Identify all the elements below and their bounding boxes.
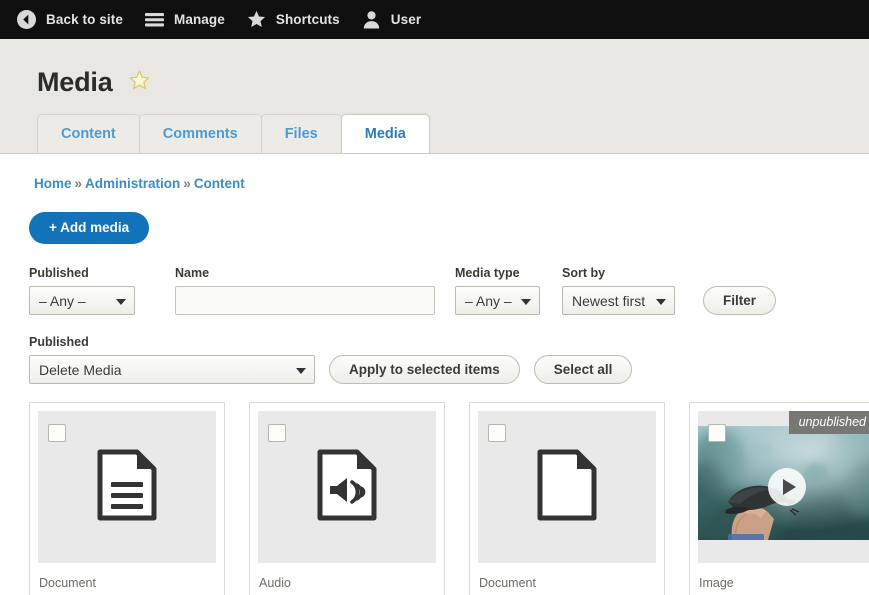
filter-name: Name: [175, 266, 435, 315]
bulk-actions-row: Published Delete Media Apply to selected…: [0, 315, 869, 384]
filter-media-type-select[interactable]: – Any –: [455, 286, 540, 315]
breadcrumb-link-administration[interactable]: Administration: [85, 176, 180, 191]
media-select-checkbox[interactable]: [488, 424, 506, 442]
filter-media-type: Media type – Any –: [455, 266, 540, 315]
filter-media-type-label: Media type: [455, 266, 520, 280]
media-card-meta: Image Some title: [690, 569, 869, 595]
user-avatar-icon: [361, 9, 382, 30]
toolbar-item-back-to-site[interactable]: Back to site: [8, 0, 136, 39]
breadcrumb: Home» Administration» Content: [0, 154, 869, 191]
tab-comments[interactable]: Comments: [138, 114, 262, 153]
bulk-action-label: Published: [29, 335, 89, 349]
page-title: Media: [37, 67, 113, 97]
breadcrumb-separator: »: [74, 176, 83, 191]
media-card[interactable]: Document Some title: [469, 402, 665, 595]
main-content: Home» Administration» Content + Add media …: [0, 154, 869, 595]
media-type-label: Document: [479, 576, 536, 590]
media-grid: Document Some title: [0, 384, 869, 595]
toolbar-item-user[interactable]: User: [353, 0, 434, 39]
filter-sort-by-label: Sort by: [562, 266, 606, 280]
filter-published: Published – Any –: [29, 266, 135, 315]
toolbar-item-label: Back to site: [46, 12, 123, 27]
media-type-label: Document: [39, 576, 96, 590]
add-media-button[interactable]: + Add media: [29, 212, 150, 244]
filter-submit-button[interactable]: Filter: [703, 286, 777, 315]
filter-published-select[interactable]: – Any –: [29, 286, 135, 315]
filter-name-input[interactable]: [175, 286, 435, 315]
media-select-checkbox[interactable]: [48, 424, 66, 442]
document-lines-icon: [96, 449, 158, 526]
filter-published-label: Published: [29, 266, 89, 280]
play-button-icon[interactable]: [768, 468, 806, 506]
media-card-meta: Document Some title: [470, 569, 664, 595]
media-thumbnail: unpublished: [698, 411, 869, 563]
page-header-band: Media Content Comments Files Media: [0, 39, 869, 154]
media-card[interactable]: Audio Some media short title: [249, 402, 445, 595]
bulk-action-group: Published Delete Media: [29, 335, 315, 384]
bulk-action-select[interactable]: Delete Media: [29, 355, 315, 384]
media-thumbnail: [258, 411, 436, 563]
admin-toolbar: Back to site Manage Shortcuts User: [0, 0, 869, 39]
tab-media[interactable]: Media: [340, 114, 430, 153]
toolbar-item-manage[interactable]: Manage: [136, 0, 238, 39]
tab-content[interactable]: Content: [37, 114, 140, 153]
hamburger-menu-icon: [144, 9, 165, 30]
media-select-checkbox[interactable]: [708, 424, 726, 442]
play-triangle: [782, 479, 796, 495]
toolbar-item-label: User: [390, 12, 422, 27]
status-badge: unpublished: [788, 411, 869, 434]
media-card[interactable]: Document Some title: [29, 402, 225, 595]
back-arrow-circle-icon: [16, 9, 37, 30]
breadcrumb-link-home[interactable]: Home: [34, 176, 72, 191]
filter-published-select-wrap: – Any –: [29, 286, 135, 315]
media-thumbnail: [478, 411, 656, 563]
media-type-label: Image: [699, 576, 734, 590]
toolbar-item-label: Manage: [173, 12, 225, 27]
document-audio-icon: [316, 449, 378, 526]
apply-to-selected-items-button[interactable]: Apply to selected items: [329, 355, 520, 384]
star-outline-icon[interactable]: [128, 69, 151, 97]
media-type-label: Audio: [259, 576, 291, 590]
media-select-checkbox[interactable]: [268, 424, 286, 442]
toolbar-item-label: Shortcuts: [275, 12, 340, 27]
primary-tabs: Content Comments Files Media: [37, 114, 430, 153]
toolbar-item-shortcuts[interactable]: Shortcuts: [238, 0, 353, 39]
media-thumbnail: [38, 411, 216, 563]
bulk-action-select-wrap: Delete Media: [29, 355, 315, 384]
filter-media-type-select-wrap: – Any –: [455, 286, 540, 315]
page-title-row: Media: [0, 39, 869, 98]
document-blank-icon: [536, 449, 598, 526]
filter-sort-by: Sort by Newest first: [562, 266, 675, 315]
media-card-meta: Audio Some media short title: [250, 569, 444, 595]
select-all-button[interactable]: Select all: [533, 355, 633, 384]
breadcrumb-separator: »: [183, 176, 191, 191]
media-card[interactable]: unpublished Image: [689, 402, 869, 595]
filter-sort-by-select-wrap: Newest first: [562, 286, 675, 315]
star-icon: [246, 9, 267, 30]
tab-files[interactable]: Files: [260, 114, 342, 153]
filter-bar: Published – Any – Name Media type – Any …: [0, 244, 869, 315]
breadcrumb-link-content[interactable]: Content: [194, 176, 245, 191]
media-card-meta: Document Some title: [30, 569, 224, 595]
filter-name-label: Name: [175, 266, 210, 280]
filter-sort-by-select[interactable]: Newest first: [562, 286, 675, 315]
